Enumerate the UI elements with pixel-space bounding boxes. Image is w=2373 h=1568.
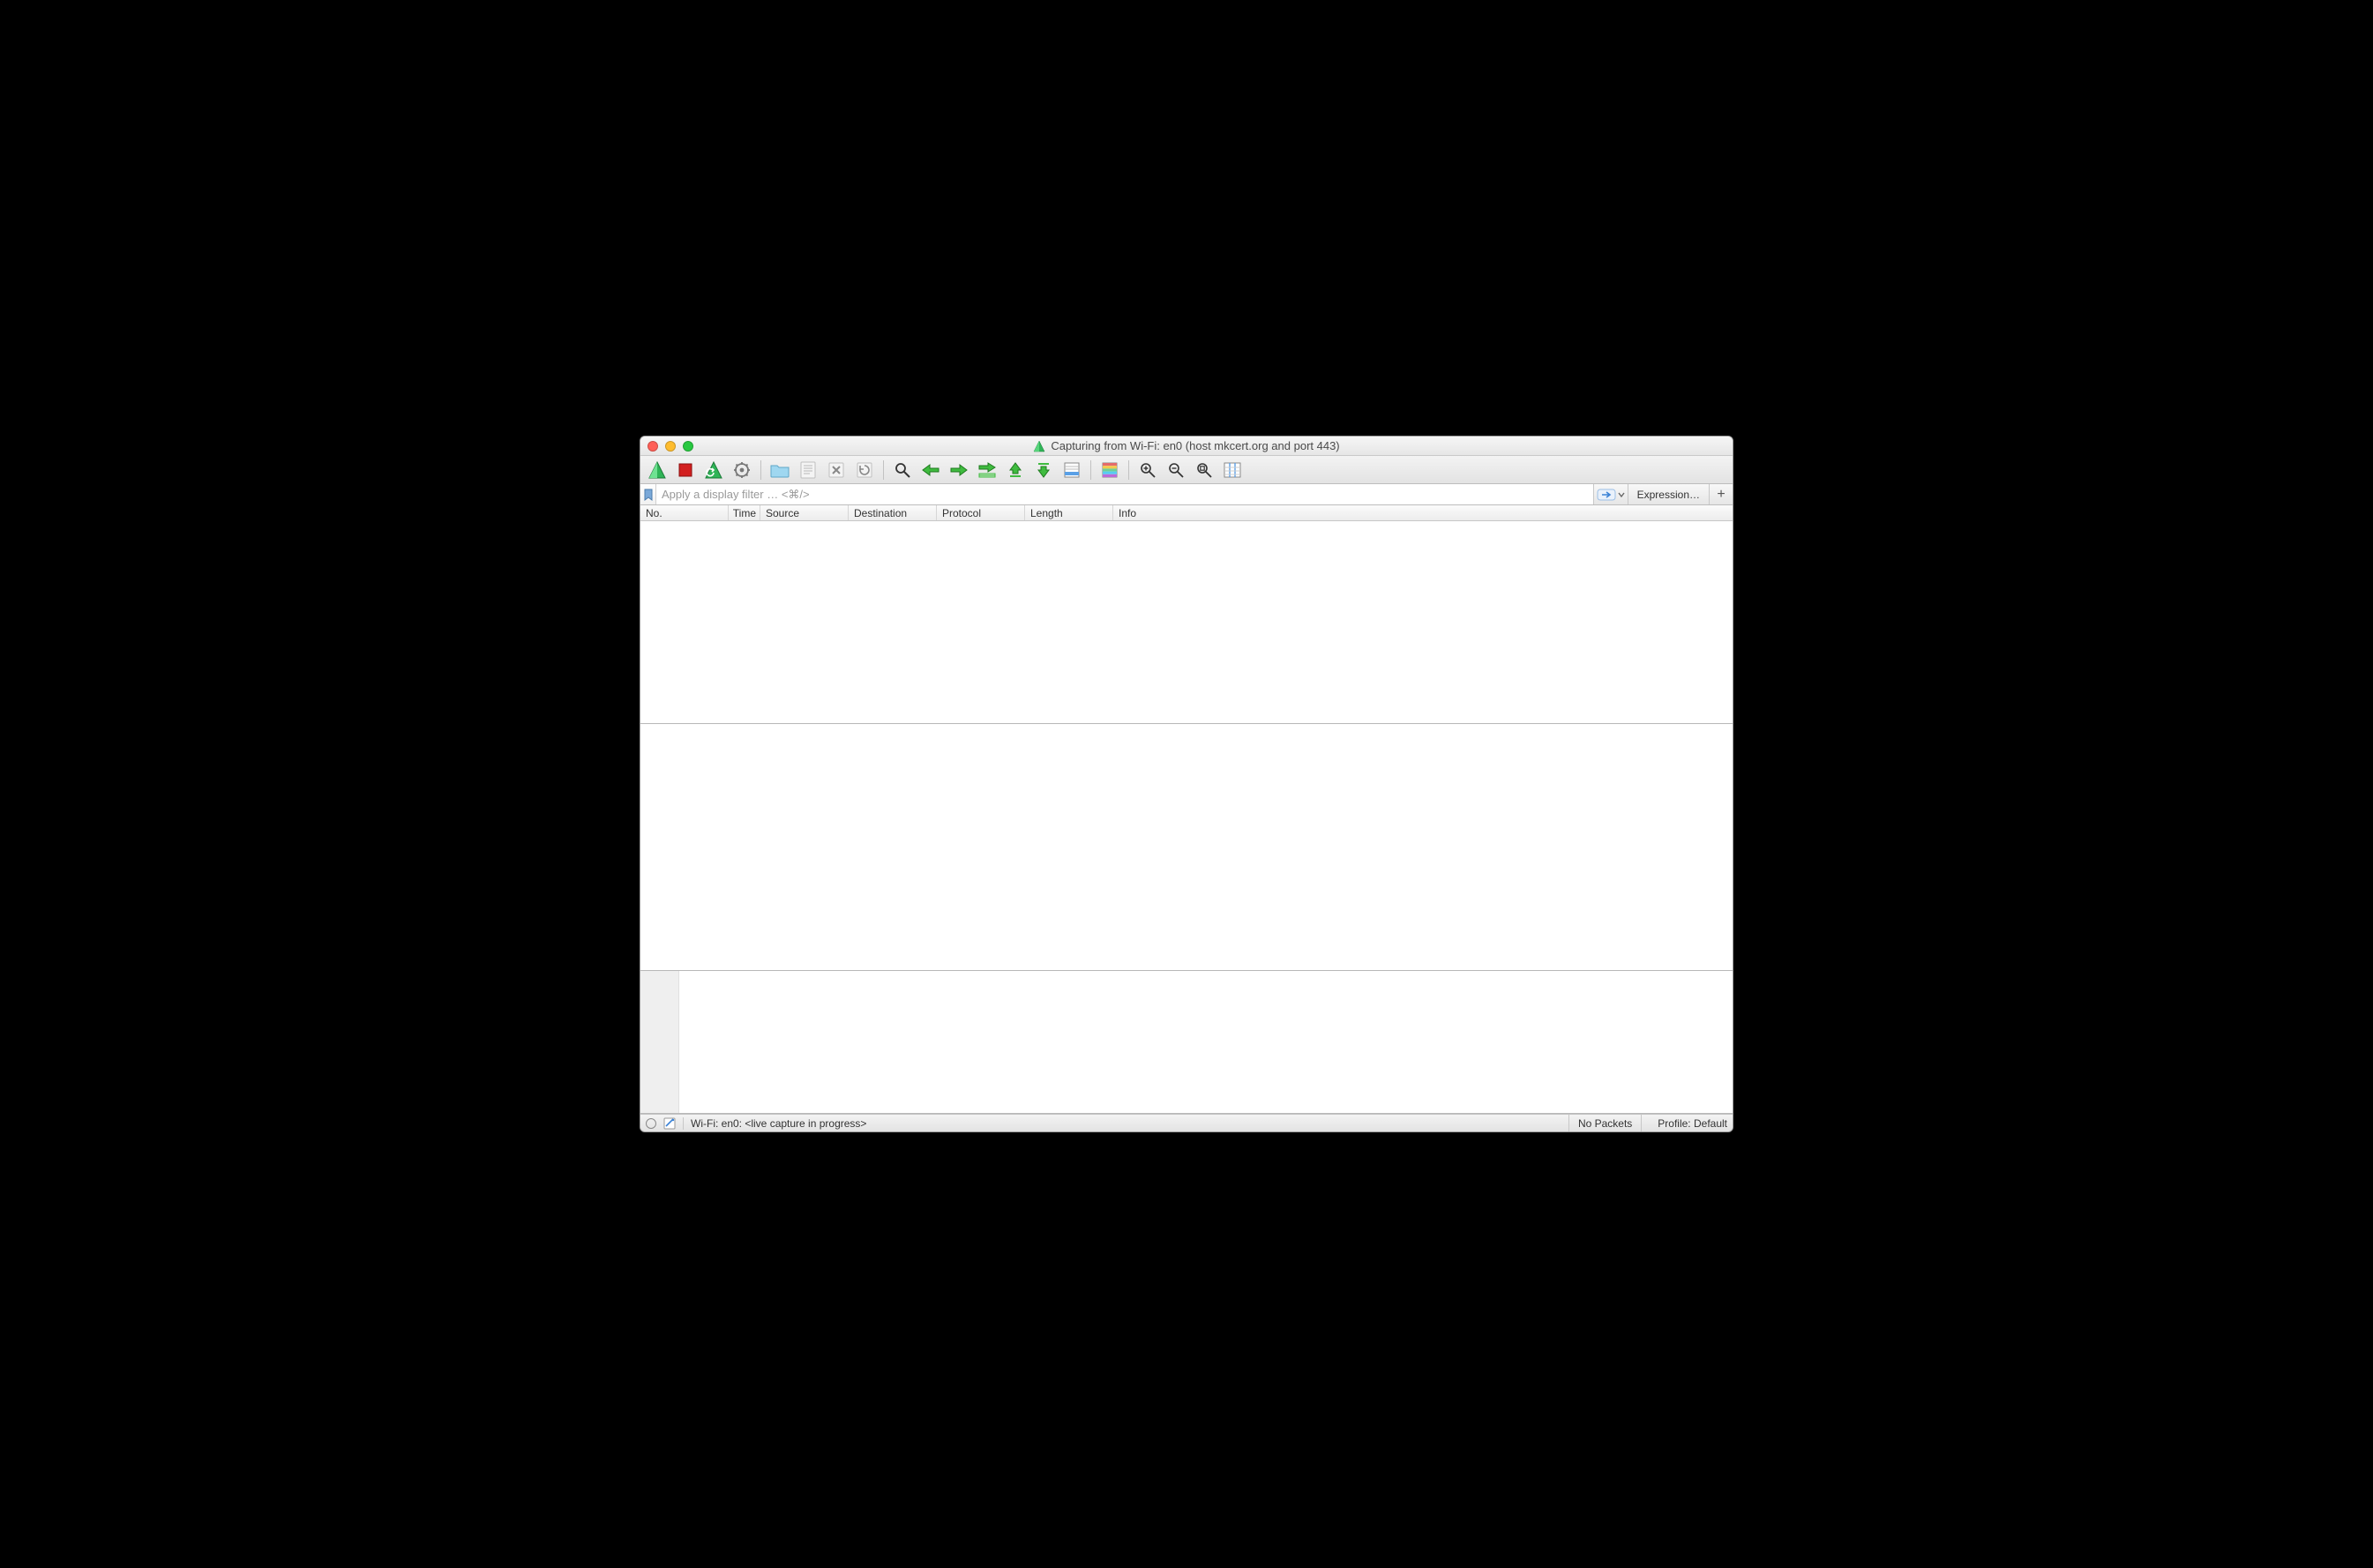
toolbar-separator — [883, 460, 884, 480]
main-toolbar — [640, 456, 1733, 484]
expression-label: Expression… — [1637, 489, 1700, 501]
toolbar-separator — [1090, 460, 1091, 480]
zoom-out-button[interactable] — [1163, 459, 1189, 482]
app-fin-icon — [1033, 440, 1045, 452]
bytes-offset-gutter — [640, 971, 679, 1113]
colorize-button[interactable] — [1097, 459, 1123, 482]
column-destination[interactable]: Destination — [849, 505, 937, 520]
status-interface-text: Wi-Fi: en0: <live capture in progress> — [691, 1117, 866, 1130]
save-file-button[interactable] — [795, 459, 821, 482]
expert-info-icon[interactable] — [646, 1118, 656, 1129]
add-filter-button[interactable]: + — [1710, 484, 1733, 504]
autoscroll-button[interactable] — [1059, 459, 1085, 482]
minimize-window-button[interactable] — [665, 441, 676, 452]
bytes-hex-area[interactable] — [679, 971, 1733, 1113]
restart-capture-button[interactable] — [700, 459, 727, 482]
zoom-window-button[interactable] — [683, 441, 693, 452]
stop-capture-button[interactable] — [672, 459, 699, 482]
reload-file-button[interactable] — [851, 459, 878, 482]
zoom-in-button[interactable] — [1134, 459, 1161, 482]
packet-list-header: No. Time Source Destination Protocol Len… — [640, 505, 1733, 521]
apply-filter-button[interactable] — [1593, 484, 1628, 504]
titlebar[interactable]: Capturing from Wi-Fi: en0 (host mkcert.o… — [640, 437, 1733, 456]
status-bar: Wi-Fi: en0: <live capture in progress> N… — [640, 1114, 1733, 1131]
expression-button[interactable]: Expression… — [1628, 484, 1710, 504]
column-time[interactable]: Time — [729, 505, 760, 520]
app-window: Capturing from Wi-Fi: en0 (host mkcert.o… — [640, 436, 1733, 1132]
go-last-button[interactable] — [1030, 459, 1057, 482]
go-first-button[interactable] — [1002, 459, 1029, 482]
open-file-button[interactable] — [767, 459, 793, 482]
capture-options-button[interactable] — [729, 459, 755, 482]
packet-bytes-pane[interactable] — [640, 971, 1733, 1114]
display-filter-input[interactable] — [656, 484, 1593, 504]
close-window-button[interactable] — [648, 441, 658, 452]
display-filter-bar: Expression… + — [640, 484, 1733, 505]
zoom-reset-button[interactable] — [1191, 459, 1217, 482]
column-length[interactable]: Length — [1025, 505, 1113, 520]
find-packet-button[interactable] — [889, 459, 916, 482]
window-title: Capturing from Wi-Fi: en0 (host mkcert.o… — [1051, 439, 1339, 452]
status-packet-count: No Packets — [1568, 1115, 1642, 1131]
go-next-button[interactable] — [946, 459, 972, 482]
column-protocol[interactable]: Protocol — [937, 505, 1025, 520]
chevron-down-icon — [1618, 491, 1625, 498]
statusbar-separator — [683, 1117, 684, 1130]
go-prev-button[interactable] — [917, 459, 944, 482]
capture-comment-icon[interactable] — [663, 1117, 676, 1130]
packet-details-pane[interactable] — [640, 724, 1733, 971]
go-to-packet-button[interactable] — [974, 459, 1000, 482]
status-profile[interactable]: Profile: Default — [1649, 1117, 1727, 1130]
packet-list-pane[interactable] — [640, 521, 1733, 724]
column-info[interactable]: Info — [1113, 505, 1733, 520]
plus-label: + — [1717, 487, 1725, 503]
window-controls — [648, 441, 693, 452]
toolbar-separator — [760, 460, 761, 480]
toolbar-separator — [1128, 460, 1129, 480]
resize-columns-button[interactable] — [1219, 459, 1246, 482]
column-source[interactable]: Source — [760, 505, 849, 520]
start-capture-button[interactable] — [644, 459, 670, 482]
close-file-button[interactable] — [823, 459, 850, 482]
filter-bookmark-button[interactable] — [640, 484, 656, 504]
column-no[interactable]: No. — [640, 505, 729, 520]
